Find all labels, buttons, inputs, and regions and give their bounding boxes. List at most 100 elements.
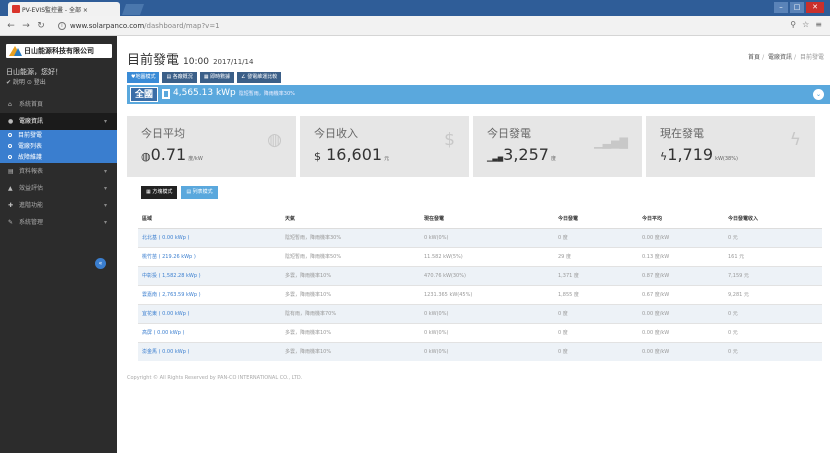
back-arrow-icon[interactable]: ← <box>6 20 16 32</box>
region-link[interactable]: 高屏 ( 0.00 kWp ) <box>142 330 184 336</box>
plant-overview-button[interactable]: ▤ 各廠概況 <box>162 72 197 83</box>
bar-chart-big-icon: ▁▃▅▇ <box>594 136 628 149</box>
sidebar-subitem-maintenance[interactable]: 故障維護 <box>0 152 117 163</box>
sidebar-subitem-plant-list[interactable]: 電廠列表 <box>0 141 117 152</box>
close-icon[interactable]: ✕ <box>806 2 824 13</box>
chevron-down-icon: ▾ <box>103 185 107 192</box>
info-icon[interactable]: i <box>58 22 66 30</box>
region-link[interactable]: 宜花東 ( 0.00 kWp ) <box>142 311 189 317</box>
sidebar-item-home[interactable]: ⌂ 系統首頁 <box>0 96 117 113</box>
table-row: 中彰投 ( 1,582.28 kWp ) 多雲，降雨機率10% 470.76 k… <box>138 265 822 285</box>
breadcrumb-home[interactable]: 首頁 <box>748 54 760 61</box>
breadcrumb-plant-info[interactable]: 電廠資訊 <box>768 54 792 61</box>
sidebar-item-plant-info[interactable]: ● 電廠資訊 ▾ <box>0 113 117 130</box>
forward-arrow-icon[interactable]: → <box>21 20 31 32</box>
realtime-data-button[interactable]: ▦ 即時數據 <box>199 72 235 83</box>
browser-tab[interactable]: PV-EVIS監控畫 - 全部 × <box>8 2 120 16</box>
table-cell: 陰短暫雨，降雨機率30% <box>281 227 420 247</box>
chevron-down-icon: ▾ <box>103 168 107 175</box>
circle-icon <box>8 144 12 148</box>
table-cell: 9,281 元 <box>724 284 822 304</box>
sidebar-item-reports[interactable]: ▤ 資料報表 ▾ <box>0 163 117 180</box>
table-cell: 陰短暫雨，降雨機率50% <box>281 246 420 266</box>
company-logo[interactable]: 日山能源科技有限公司 <box>6 44 112 58</box>
installed-power: 4,565.13 kWp 陰短暫雨，降雨機率30% <box>173 88 295 98</box>
summary-weather: 陰短暫雨，降雨機率30% <box>238 91 295 97</box>
address-bar[interactable]: i www.solarpanco.com/dashboard/map?v=1 <box>58 19 798 33</box>
sidebar-item-benefit[interactable]: ▲ 效益評估 ▾ <box>0 180 117 197</box>
sidebar-item-admin[interactable]: ✎ 系統管理 ▾ <box>0 214 117 231</box>
table-cell: 0.00 度/kW <box>638 322 724 342</box>
sidebar-menu: ⌂ 系統首頁 ● 電廠資訊 ▾ 目前發電 電廠列表 故障維護 ▤ 資料報表 ▾ ▲ 效益… <box>0 96 117 231</box>
stat-card-title: 今日收入 <box>314 127 358 140</box>
table-cell: 陰有雨，降雨機率70% <box>281 303 420 323</box>
favicon-icon <box>12 5 20 13</box>
stat-card-current: 現在發電 ϟ1,719 kW(38%) ϟ <box>646 116 815 177</box>
page-title-text: 目前發電 <box>127 53 180 68</box>
gauge-big-icon: ◍ <box>267 130 282 150</box>
region-link[interactable]: 北北基 ( 0.00 kWp ) <box>142 235 189 241</box>
table-cell: 29 度 <box>554 246 638 266</box>
sidebar-subitem-current[interactable]: 目前發電 <box>0 130 117 141</box>
map-mode-button[interactable]: ♥地圖模式 <box>127 72 160 83</box>
region-link[interactable]: 雲嘉南 ( 2,763.59 kWp ) <box>142 292 201 298</box>
stat-card-generation: 今日發電 ▁▃▅3,257 度 ▁▃▅▇ <box>473 116 642 177</box>
region-link[interactable]: 桃竹苗 ( 219.26 kWp ) <box>142 254 196 260</box>
bar-chart-icon: ▁▃▅ <box>487 154 504 162</box>
sidebar-item-label: 資料報表 <box>19 168 44 175</box>
tile-mode-button[interactable]: ▦ 方塊模式 <box>141 186 178 199</box>
sidebar-item-advanced[interactable]: ✚ 進階功能 ▾ <box>0 197 117 214</box>
stat-card-title: 現在發電 <box>660 127 704 140</box>
table-cell: 多雲，降雨機率10% <box>281 341 420 361</box>
dollar-big-icon: $ <box>444 130 455 150</box>
menu-icon[interactable]: ≡ <box>815 20 822 29</box>
table-row: 桃竹苗 ( 219.26 kWp ) 陰短暫雨，降雨機率50% 11.582 k… <box>138 246 822 266</box>
battery-icon <box>162 89 170 99</box>
stat-card-value: ◍0.71 度/kW <box>141 145 203 164</box>
table-header-row: 區域 天氣 現在發電 今日發電 今日平均 今日發電收入 <box>138 210 822 229</box>
table-cell: 0 kW(0%) <box>420 303 554 323</box>
region-label[interactable]: 全國 <box>130 87 159 102</box>
installed-power-value: 4,565.13 kWp <box>173 88 236 98</box>
region-link[interactable]: 澎金馬 ( 0.00 kWp ) <box>142 349 189 355</box>
sidebar-item-label: 進階功能 <box>19 202 44 209</box>
home-icon: ⌂ <box>8 101 12 108</box>
table-cell: 0 kW(0%) <box>420 341 554 361</box>
maximize-icon[interactable]: □ <box>790 2 804 13</box>
report-icon: ▤ <box>8 168 14 175</box>
table-row: 宜花東 ( 0.00 kWp ) 陰有雨，降雨機率70% 0 kW(0%) 0 … <box>138 303 822 323</box>
table-cell: 0 元 <box>724 227 822 247</box>
list-mode-button[interactable]: ▤ 列表模式 <box>181 186 218 199</box>
column-header: 今日發電收入 <box>724 210 822 229</box>
table-row: 高屏 ( 0.00 kWp ) 多雲，降雨機率10% 0 kW(0%) 0 度 … <box>138 322 822 342</box>
zoom-icon[interactable]: ⚲ <box>790 20 796 29</box>
dollar-icon: $ <box>314 150 321 163</box>
page-title-time: 10:00 <box>183 57 209 67</box>
stat-card-income: 今日收入 $ 16,601 元 $ <box>300 116 469 177</box>
mode-buttons: ♥地圖模式 ▤ 各廠概況 ▦ 即時數據 ∠ 發電維運比較 <box>127 72 282 83</box>
user-links[interactable]: ✔ 說明 ⊙ 登出 <box>6 77 46 86</box>
plant-icon: ● <box>8 118 14 125</box>
lightning-big-icon: ϟ <box>789 130 801 150</box>
collapse-sidebar-button[interactable]: « <box>95 258 106 269</box>
logo-text: 日山能源科技有限公司 <box>24 47 94 55</box>
tab-title: PV-EVIS監控畫 - 全部 × <box>22 7 88 14</box>
stat-card-value: ▁▃▅3,257 度 <box>487 145 556 164</box>
compare-button[interactable]: ∠ 發電維運比較 <box>237 72 282 83</box>
page-title: 目前發電 10:00 2017/11/14 <box>127 49 253 68</box>
circle-icon <box>8 133 12 137</box>
sidebar-item-label: 效益評估 <box>19 185 44 192</box>
column-header: 天氣 <box>281 210 420 229</box>
bookmark-star-icon[interactable]: ☆ <box>802 20 809 29</box>
region-link[interactable]: 中彰投 ( 1,582.28 kWp ) <box>142 273 201 279</box>
minimize-icon[interactable]: – <box>774 2 788 13</box>
table-row: 澎金馬 ( 0.00 kWp ) 多雲，降雨機率10% 0 kW(0%) 0 度… <box>138 341 822 361</box>
stat-card-title: 今日平均 <box>141 127 185 140</box>
browser-toolbar: ← → ↻ i www.solarpanco.com/dashboard/map… <box>0 16 830 36</box>
new-tab-button[interactable] <box>121 4 145 15</box>
reload-icon[interactable]: ↻ <box>36 20 46 32</box>
summary-bar: 全國 4,565.13 kWp 陰短暫雨，降雨機率30% ⌄ <box>127 85 830 104</box>
chevron-down-circle-icon[interactable]: ⌄ <box>813 89 824 100</box>
table-cell: 多雲，降雨機率10% <box>281 265 420 285</box>
circle-icon <box>8 155 12 159</box>
